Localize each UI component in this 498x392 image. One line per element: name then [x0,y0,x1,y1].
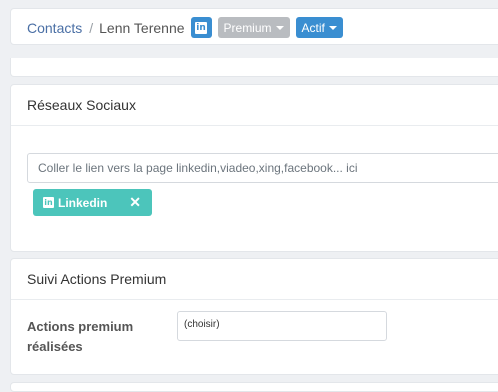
linkedin-tag-label: Linkedin [58,195,108,210]
close-icon[interactable]: ✕ [129,194,141,211]
status-dropdown-label: Actif [301,20,325,35]
premium-actions-card: Suivi Actions Premium Actions premium ré… [10,258,498,375]
premium-dropdown-label: Premium [223,20,272,35]
social-link-input[interactable] [27,153,498,183]
actions-premium-label: Actions premium réalisées [27,317,133,357]
social-networks-card: Réseaux Sociaux in Linkedin ✕ [10,84,498,252]
label-line: réalisées [27,339,83,354]
next-card [10,382,498,392]
breadcrumb-separator: / [89,19,94,36]
linkedin-button[interactable]: in [190,17,212,38]
breadcrumb-current: Lenn Terenne [99,19,185,36]
linkedin-icon: in [195,21,208,34]
chevron-down-icon [328,25,337,30]
premium-dropdown[interactable]: Premium [217,17,290,38]
card-title: Suivi Actions Premium [27,271,167,287]
divider [11,125,498,126]
linkedin-icon: in [43,197,54,208]
breadcrumb-contacts-link[interactable]: Contacts [27,20,82,36]
status-dropdown[interactable]: Actif [295,17,343,38]
header-card: Contacts / Lenn Terenne in Premium Actif [10,8,498,45]
label-line: Actions premium [27,319,134,334]
breadcrumb: Contacts / Lenn Terenne in Premium Actif [27,17,343,38]
chevron-down-icon [275,25,284,30]
linkedin-tag[interactable]: in Linkedin ✕ [33,189,152,216]
card-title: Réseaux Sociaux [27,97,136,113]
divider [11,299,498,300]
actions-premium-select[interactable]: (choisir) [177,311,387,341]
collapsed-panel [10,58,498,77]
